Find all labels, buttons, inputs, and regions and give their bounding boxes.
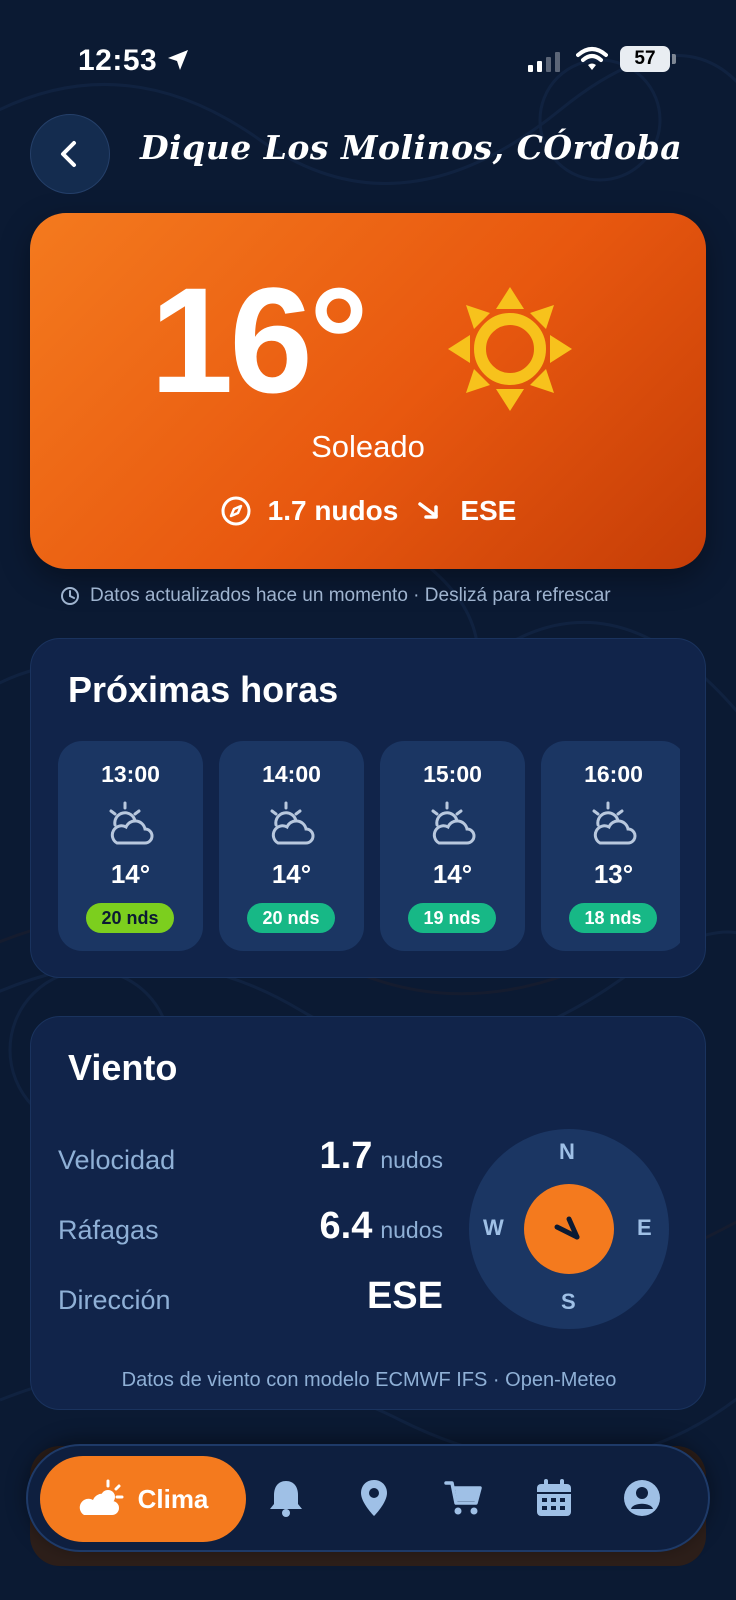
partly-cloudy-icon	[109, 801, 154, 845]
update-status: Datos actualizados hace un momento · Des…	[60, 585, 611, 607]
bottom-nav: Clima	[26, 1444, 710, 1552]
battery-tip	[672, 54, 676, 64]
wind-direction-text: ESE	[460, 495, 517, 526]
wind-arrow-icon	[554, 1216, 580, 1240]
clock-icon	[61, 587, 79, 605]
nav-item-clima[interactable]: Clima	[40, 1456, 246, 1542]
wind-direction-label: Dirección	[58, 1285, 171, 1315]
wind-speed-number: 1.7	[319, 1135, 373, 1177]
weather-icon	[79, 1479, 124, 1515]
wind-gust-value: 6.4 nudos	[320, 1205, 444, 1248]
compass-icon	[221, 496, 251, 526]
current-weather-card: 16° Soleado 1.7 nudos ESE	[30, 213, 706, 569]
wind-gust-number: 6.4	[319, 1205, 373, 1247]
status-time: 12:53	[78, 44, 158, 77]
compass-east: E	[637, 1215, 652, 1240]
hourly-scroller[interactable]: 13:00 14° 20 nds 14:00 14° 20 nds 15:00 …	[58, 741, 680, 951]
chevron-left-icon	[61, 141, 76, 167]
back-button[interactable]	[30, 114, 110, 194]
wind-badge: 20 nds	[86, 903, 174, 933]
partly-cloudy-icon	[270, 801, 315, 845]
current-wind-summary: 1.7 nudos ESE	[30, 495, 706, 527]
hour-temperature: 13°	[593, 859, 634, 889]
nav-item-calendar[interactable]	[532, 1476, 576, 1520]
wind-speed-unit: nudos	[380, 1147, 443, 1173]
hour-time: 14:00	[262, 761, 321, 787]
hour-time: 13:00	[101, 761, 160, 787]
nav-item-profile[interactable]	[620, 1476, 664, 1520]
cellular-signal-icon	[528, 52, 560, 72]
wind-badge: 19 nds	[408, 903, 496, 933]
partly-cloudy-icon	[431, 801, 476, 845]
hour-time: 16:00	[584, 761, 643, 787]
hour-tile[interactable]: 13:00 14° 20 nds	[58, 741, 203, 951]
wind-direction-arrow-icon	[418, 502, 439, 519]
hour-tile[interactable]: 14:00 14° 20 nds	[219, 741, 364, 951]
wind-badge: 20 nds	[247, 903, 335, 933]
wind-gust-unit: nudos	[380, 1217, 443, 1243]
wind-speed-label: Velocidad	[58, 1145, 176, 1175]
calendar-icon	[537, 1479, 571, 1516]
wind-badge: 18 nds	[569, 903, 657, 933]
location-pin-icon	[361, 1480, 387, 1516]
wind-source-text: Datos de viento con modelo ECMWF IFS · O…	[121, 1369, 617, 1391]
hour-temperature: 14°	[432, 859, 473, 889]
weather-condition: Soleado	[311, 429, 425, 464]
update-status-text: Datos actualizados hace un momento · Des…	[90, 585, 611, 606]
nav-item-shop[interactable]	[442, 1476, 486, 1520]
nav-item-locations[interactable]	[352, 1476, 396, 1520]
partly-cloudy-icon	[592, 801, 637, 845]
battery-indicator: 57	[620, 46, 670, 72]
wind-direction-value: ESE	[367, 1275, 443, 1318]
hour-temperature: 14°	[110, 859, 151, 889]
profile-icon	[624, 1480, 660, 1516]
wind-title: Viento	[68, 1047, 178, 1088]
hour-temperature: 14°	[271, 859, 312, 889]
hour-tile[interactable]: 15:00 14° 19 nds	[380, 741, 525, 951]
location-arrow-icon	[168, 50, 188, 70]
wifi-icon	[576, 47, 608, 70]
compass-north: N	[559, 1139, 575, 1164]
nav-item-notifications[interactable]	[264, 1476, 308, 1520]
wind-compass: N E S W	[469, 1129, 669, 1329]
hourly-title: Próximas horas	[68, 669, 339, 710]
hour-time: 15:00	[423, 761, 482, 787]
compass-needle	[524, 1184, 614, 1274]
cart-icon	[444, 1481, 482, 1515]
nav-item-clima-label: Clima	[137, 1483, 209, 1514]
compass-south: S	[561, 1289, 576, 1314]
compass-west: W	[483, 1215, 504, 1240]
status-bar: 12:53 57	[0, 0, 736, 120]
current-temperature: 16°	[150, 256, 369, 424]
wind-direction-number: ESE	[366, 1275, 443, 1317]
hourly-forecast-card: Próximas horas 13:00 14° 20 nds 14:00 14…	[30, 638, 706, 978]
wind-gust-label: Ráfagas	[58, 1215, 159, 1245]
wind-speed-text: 1.7 nudos	[267, 495, 399, 526]
sun-icon	[448, 287, 572, 411]
hour-tile[interactable]: 16:00 13° 18 nds	[541, 741, 680, 951]
page-title: Dique Los Molinos, CÓrdoba	[140, 128, 683, 167]
bell-icon	[270, 1481, 302, 1517]
wind-speed-value: 1.7 nudos	[320, 1135, 444, 1178]
wind-card: Viento Velocidad 1.7 nudos Ráfagas 6.4 nud…	[30, 1016, 706, 1410]
